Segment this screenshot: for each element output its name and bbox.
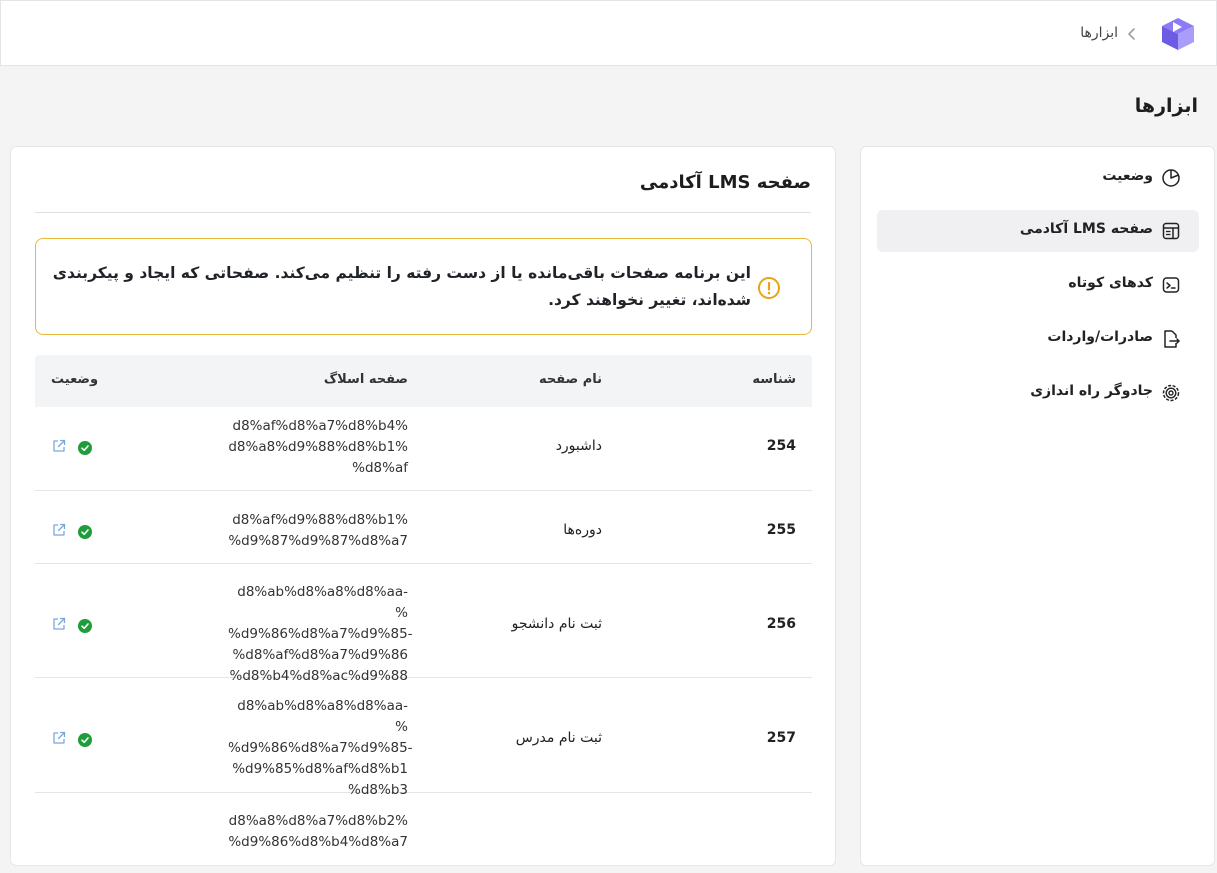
- page-id: 255: [766, 522, 796, 538]
- table-row: 255 دوره‌ها d8%af%d9%88%d8%b1% %d9%87%d9…: [35, 491, 812, 564]
- table-row: 257 ثبت نام مدرس d8%ab%d8%a8%d8%aa-% %d9…: [35, 678, 812, 798]
- gear-icon: [1162, 384, 1180, 402]
- column-header-id: شناسه: [752, 372, 796, 387]
- warning-notice: این برنامه صفحات باقی‌مانده یا از دست رف…: [35, 238, 812, 335]
- slug-line: d8%a8%d9%88%d8%b1%: [228, 439, 408, 455]
- pie-chart-icon: [1162, 169, 1180, 187]
- slug-line: %d9%85%d8%af%d8%b1: [232, 761, 408, 777]
- column-header-name: نام صفحه: [539, 372, 602, 387]
- slug-line: d8%ab%d8%a8%d8%aa-%: [237, 698, 408, 735]
- slug-line: %d8%af%d8%a7%d9%86: [232, 647, 408, 663]
- table-row: 256 ثبت نام دانشجو d8%ab%d8%a8%d8%aa-% %…: [35, 564, 812, 684]
- sidebar-item-shortcodes[interactable]: کدهای کوتاه: [877, 264, 1199, 306]
- academy-logo-icon[interactable]: [1158, 14, 1198, 52]
- page-name: ثبت نام مدرس: [515, 730, 602, 746]
- sidebar-item-lms-pages[interactable]: آکادمی LMS صفحه: [877, 210, 1199, 252]
- check-circle-icon: [78, 525, 92, 539]
- column-header-slug: صفحه اسلاگ: [323, 372, 408, 387]
- sidebar-item-label: جادوگر راه اندازی: [1030, 383, 1153, 399]
- notice-text: این برنامه صفحات باقی‌مانده یا از دست رف…: [52, 264, 751, 309]
- external-link-icon[interactable]: [51, 730, 67, 746]
- page-slug: d8%ab%d8%a8%d8%aa-% %d9%86%d8%a7%d9%85- …: [228, 582, 413, 687]
- slug-line: d8%af%d8%a7%d8%b4%: [232, 418, 409, 434]
- divider: [35, 212, 811, 213]
- slug-line: d8%af%d9%88%d8%b1%: [232, 512, 408, 528]
- sidebar-item-label: وضعیت: [1102, 168, 1153, 184]
- slug-line: %d9%86%d8%b4%d8%a7: [228, 834, 408, 850]
- page-slug: d8%af%d8%a7%d8%b4% d8%a8%d9%88%d8%b1% %d…: [228, 416, 408, 479]
- slug-line: d8%ab%d8%a8%d8%aa-%: [237, 584, 408, 621]
- slug-line: %d9%86%d8%a7%d9%85-: [228, 740, 413, 756]
- check-circle-icon: [78, 733, 92, 747]
- page-id: 257: [766, 730, 796, 746]
- sidebar-item-label: کدهای کوتاه: [1068, 275, 1153, 291]
- top-bar: ابزارها: [0, 0, 1217, 66]
- slug-line: %d8%af: [352, 460, 408, 476]
- pages-table: شناسه نام صفحه صفحه اسلاگ وضعیت 254 داشب…: [35, 355, 812, 873]
- chevron-left-icon: [1128, 28, 1135, 40]
- slug-line: %d9%86%d8%a7%d9%85-: [228, 626, 413, 642]
- page-id: 254: [766, 438, 796, 454]
- sidebar-item-export-import[interactable]: صادرات/واردات: [877, 318, 1199, 360]
- page-slug: d8%af%d9%88%d8%b1% %d9%87%d9%87%d8%a7: [228, 510, 408, 552]
- page-id: 256: [766, 616, 796, 632]
- table-header: شناسه نام صفحه صفحه اسلاگ وضعیت: [35, 355, 812, 407]
- page-name: ثبت نام دانشجو: [511, 616, 602, 632]
- table-row: d8%a8%d8%a7%d8%b2% %d9%86%d8%b4%d8%a7: [35, 793, 812, 873]
- slug-line: d8%a8%d8%a7%d8%b2%: [228, 813, 408, 829]
- sidebar: وضعیت آکادمی LMS صفحه کدهای کوتاه صادرات…: [860, 146, 1215, 866]
- page-title: ابزارها: [1134, 95, 1198, 117]
- slug-line: %d9%87%d9%87%d8%a7: [228, 533, 408, 549]
- main-panel: آکادمی LMS صفحه این برنامه صفحات باقی‌ما…: [10, 146, 836, 866]
- external-link-icon[interactable]: [51, 522, 67, 538]
- file-export-icon: [1164, 330, 1180, 348]
- external-link-icon[interactable]: [51, 438, 67, 454]
- sidebar-item-setup-wizard[interactable]: جادوگر راه اندازی: [877, 372, 1199, 414]
- check-circle-icon: [78, 441, 92, 455]
- table-row: 254 داشبورد d8%af%d8%a7%d8%b4% d8%a8%d9%…: [35, 407, 812, 491]
- sidebar-item-status[interactable]: وضعیت: [877, 157, 1199, 199]
- sidebar-item-label: آکادمی LMS صفحه: [1019, 221, 1153, 237]
- sidebar-item-label: صادرات/واردات: [1047, 329, 1153, 345]
- check-circle-icon: [78, 619, 92, 633]
- page-name: دوره‌ها: [563, 522, 602, 538]
- page-name: داشبورد: [555, 438, 602, 454]
- page-slug: d8%ab%d8%a8%d8%aa-% %d9%86%d8%a7%d9%85- …: [228, 696, 413, 801]
- terminal-icon: [1162, 277, 1180, 293]
- external-link-icon[interactable]: [51, 616, 67, 632]
- panel-title: آکادمی LMS صفحه: [639, 172, 811, 193]
- warning-icon: [758, 277, 780, 299]
- page-slug: d8%a8%d8%a7%d8%b2% %d9%86%d8%b4%d8%a7: [228, 811, 408, 853]
- column-header-status: وضعیت: [51, 372, 99, 387]
- breadcrumb[interactable]: ابزارها: [1080, 25, 1118, 41]
- layout-icon: [1162, 222, 1180, 240]
